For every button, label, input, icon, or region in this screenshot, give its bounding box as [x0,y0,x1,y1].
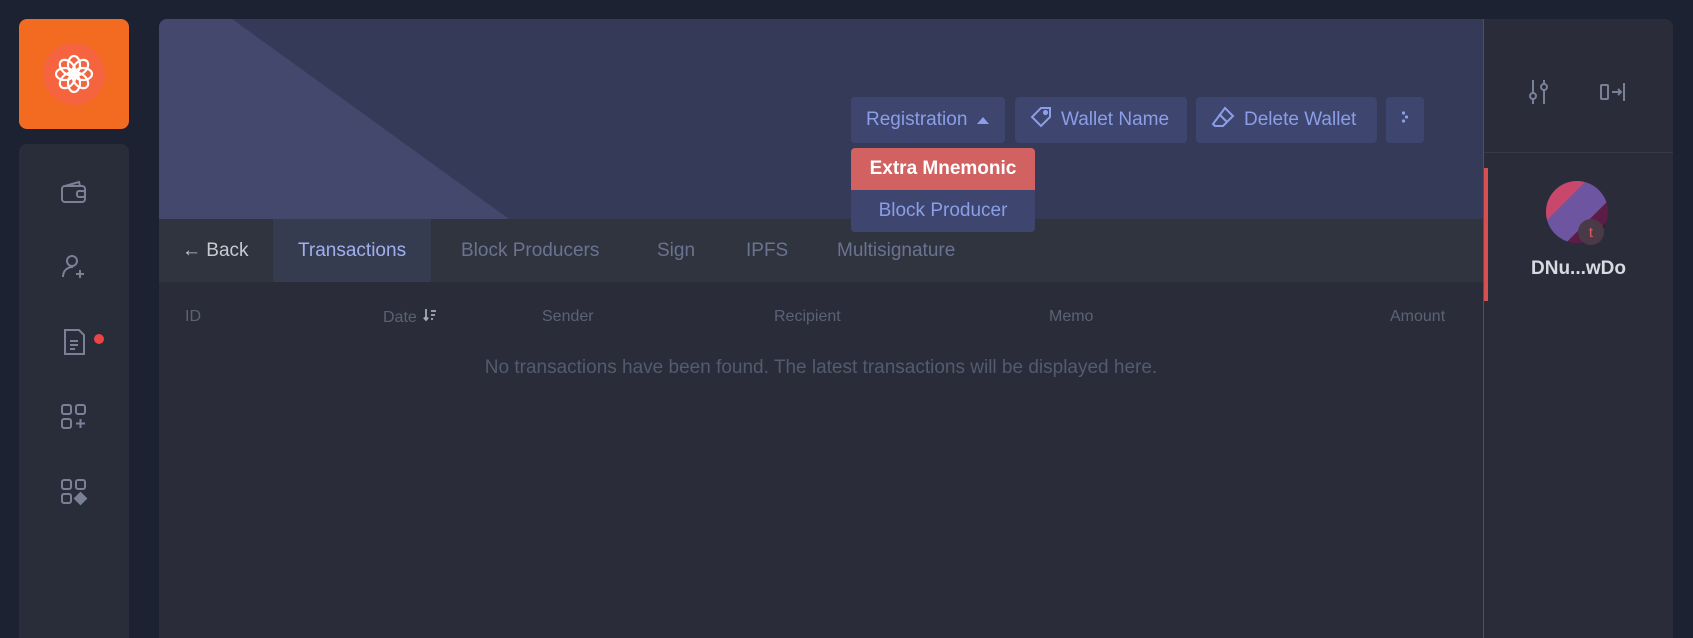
more-dots-icon [1401,109,1409,131]
wallet-main-panel: Registration Wallet Name Delete Wallet ←… [159,19,1483,638]
caret-up-icon [976,109,990,131]
registration-dropdown: Extra Mnemonic Block Producer [851,148,1035,232]
column-sender[interactable]: Sender [542,308,594,326]
flower-logo-icon [43,43,105,105]
dropdown-item-block-producer[interactable]: Block Producer [851,190,1035,232]
wallet-icon [59,177,89,212]
app: Registration Wallet Name Delete Wallet ←… [0,0,1693,638]
registration-label: Registration [866,109,968,130]
notification-dot [94,334,104,344]
wallet-network-badge: t [1578,219,1604,245]
sidebar-item-add-app[interactable] [19,389,129,449]
app-logo[interactable] [19,19,129,129]
tab-ipfs[interactable]: IPFS [746,219,788,282]
wallet-name-button[interactable]: Wallet Name [1015,97,1187,143]
sidebar-item-apps[interactable] [19,464,129,524]
back-button[interactable]: ← Back [182,219,249,282]
column-id[interactable]: ID [185,308,201,326]
tag-icon [1030,106,1052,134]
column-recipient[interactable]: Recipient [774,308,841,326]
apps-icon [59,477,89,512]
sort-desc-icon [422,308,437,327]
sliders-icon[interactable] [1526,77,1552,107]
sidebar-item-add-contact[interactable] [19,239,129,299]
eraser-icon [1211,106,1235,134]
sidebar-item-documents[interactable] [19,314,129,374]
more-options-button[interactable] [1386,97,1424,143]
wallet-card[interactable]: t DNu...wDo [1484,168,1673,301]
column-amount[interactable]: Amount [1390,308,1445,326]
add-user-icon [59,252,89,287]
collapse-panel-icon[interactable] [1598,77,1628,107]
right-panel-separator [1484,152,1673,153]
delete-wallet-button[interactable]: Delete Wallet [1196,97,1377,143]
wallet-header: Registration Wallet Name Delete Wallet [159,19,1483,219]
column-date-label: Date [383,308,417,326]
dropdown-item-extra-mnemonic[interactable]: Extra Mnemonic [851,148,1035,190]
sidebar-item-wallets[interactable] [19,164,129,224]
right-panel: t DNu...wDo [1484,19,1673,638]
header-decoration [159,19,509,219]
column-date[interactable]: Date [383,308,437,327]
tab-transactions[interactable]: Transactions [273,219,432,282]
add-app-icon [59,402,89,437]
wallet-name-label: Wallet Name [1061,109,1170,130]
tab-block-producers[interactable]: Block Producers [461,219,599,282]
tab-bar: ← Back Transactions Block Producers Sign… [159,219,1483,282]
sidebar-nav [19,144,129,638]
delete-wallet-label: Delete Wallet [1244,109,1357,130]
tab-sign[interactable]: Sign [657,219,695,282]
empty-state-message: No transactions have been found. The lat… [484,357,1158,378]
wallet-name: DNu...wDo [1531,258,1626,279]
document-icon [59,327,89,362]
registration-button[interactable]: Registration [851,97,1005,143]
column-memo[interactable]: Memo [1049,308,1093,326]
wallet-active-indicator [1484,168,1488,301]
